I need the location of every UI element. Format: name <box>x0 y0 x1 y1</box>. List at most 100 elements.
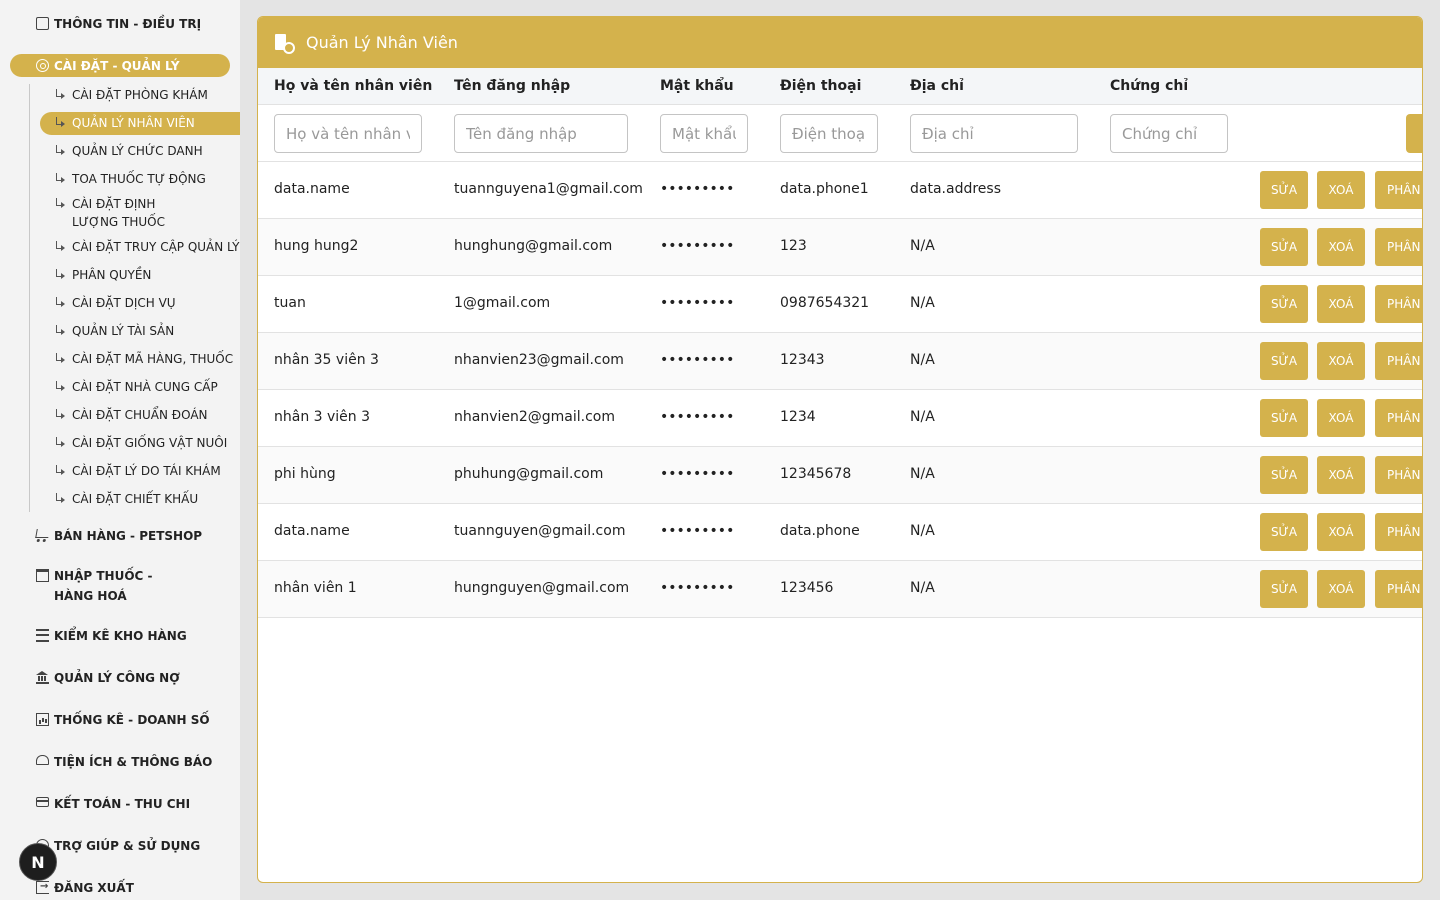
logout-icon <box>36 877 49 897</box>
cell-name: tuan <box>274 295 306 311</box>
sub-item-services[interactable]: CÀI ĐẶT DỊCH VỤ <box>54 294 176 312</box>
nav-logout[interactable]: ĐĂNG XUẤT <box>36 877 134 898</box>
sub-item-dosage[interactable]: CÀI ĐẶT ĐỊNH LƯỢNG THUỐC <box>54 195 204 231</box>
permission-button[interactable]: PHÂN <box>1375 513 1422 551</box>
filter-phone-input[interactable] <box>780 114 878 153</box>
filter-username-input[interactable] <box>454 114 628 153</box>
edit-button[interactable]: SỬA <box>1260 456 1308 494</box>
nav-import-goods[interactable]: NHẬP THUỐC - HÀNG HOÁ <box>36 566 194 606</box>
delete-button[interactable]: XOÁ <box>1317 570 1365 608</box>
cell-name: data.name <box>274 181 350 197</box>
clinic-icon <box>36 17 49 30</box>
nav-inventory[interactable]: KIỂM KÊ KHO HÀNG <box>36 626 187 646</box>
cell-username: tuannguyen@gmail.com <box>454 523 626 539</box>
permission-button[interactable]: PHÂN <box>1375 456 1422 494</box>
sub-item-discounts[interactable]: CÀI ĐẶT CHIẾT KHẤU <box>54 490 198 508</box>
chart-icon <box>36 713 49 726</box>
arrow-icon <box>54 89 66 101</box>
dev-badge[interactable]: N <box>19 843 57 881</box>
sub-item-assets[interactable]: QUẢN LÝ TÀI SẢN <box>54 322 174 340</box>
cell-phone: 12343 <box>780 352 825 368</box>
edit-button[interactable]: SỬA <box>1260 228 1308 266</box>
permission-button[interactable]: PHÂN <box>1375 342 1422 380</box>
cell-password: ••••••••• <box>660 409 735 425</box>
arrow-icon <box>54 381 66 393</box>
permission-button[interactable]: PHÂN <box>1375 570 1422 608</box>
nav-utilities[interactable]: TIỆN ÍCH & THÔNG BÁO <box>36 752 212 772</box>
delete-button[interactable]: XOÁ <box>1317 456 1365 494</box>
nav-settings-management[interactable]: CÀI ĐẶT - QUẢN LÝ <box>36 56 180 76</box>
nav-label: CÀI ĐẶT - QUẢN LÝ <box>54 59 180 73</box>
permission-button[interactable]: PHÂN <box>1375 228 1422 266</box>
filter-name-input[interactable] <box>274 114 422 153</box>
col-certificate: Chứng chỉ <box>1110 78 1189 94</box>
cart-icon <box>35 529 50 538</box>
sub-item-clinic-settings[interactable]: CÀI ĐẶT PHÒNG KHÁM <box>54 86 208 104</box>
edit-button[interactable]: SỬA <box>1260 342 1308 380</box>
cell-password: ••••••••• <box>660 466 735 482</box>
cell-phone: 1234 <box>780 409 816 425</box>
nav-petshop-sales[interactable]: BÁN HÀNG - PETSHOP <box>35 526 202 546</box>
edit-button[interactable]: SỬA <box>1260 570 1308 608</box>
cell-phone: 123 <box>780 238 807 254</box>
sub-item-breeds[interactable]: CÀI ĐẶT GIỐNG VẬT NUÔI <box>54 434 227 452</box>
sub-item-permissions[interactable]: PHÂN QUYỀN <box>54 266 151 284</box>
cell-address: N/A <box>910 295 935 311</box>
cell-username: hungnguyen@gmail.com <box>454 580 630 596</box>
nav-statistics[interactable]: THỐNG KÊ - DOANH SỐ <box>36 710 210 730</box>
permission-button[interactable]: PHÂN <box>1375 171 1422 209</box>
permission-button[interactable]: PHÂN <box>1375 285 1422 323</box>
sub-item-diagnosis[interactable]: CÀI ĐẶT CHUẨN ĐOÁN <box>54 406 208 424</box>
delete-button[interactable]: XOÁ <box>1317 171 1365 209</box>
arrow-icon <box>54 198 66 210</box>
nav-debts[interactable]: QUẢN LÝ CÔNG NỢ <box>36 668 180 688</box>
arrow-icon <box>54 173 66 185</box>
arrow-icon <box>54 493 66 505</box>
sub-item-product-codes[interactable]: CÀI ĐẶT MÃ HÀNG, THUỐC <box>54 350 233 368</box>
list-icon <box>36 629 49 642</box>
col-phone: Điện thoại <box>780 78 862 94</box>
sub-item-auto-prescription[interactable]: TOA THUỐC TỰ ĐỘNG <box>54 170 206 188</box>
cell-phone: data.phone1 <box>780 181 869 197</box>
filter-password-input[interactable] <box>660 114 748 153</box>
table-row: hung hung2 hunghung@gmail.com ••••••••• … <box>258 219 1422 276</box>
edit-button[interactable]: SỬA <box>1260 171 1308 209</box>
nav-help[interactable]: TRỢ GIÚP & SỬ DỤNG <box>36 836 200 856</box>
sub-item-staff-management[interactable]: QUẢN LÝ NHÂN VIÊN <box>54 114 195 132</box>
sub-item-suppliers[interactable]: CÀI ĐẶT NHÀ CUNG CẤP <box>54 378 218 396</box>
filter-address-input[interactable] <box>910 114 1078 153</box>
delete-button[interactable]: XOÁ <box>1317 513 1365 551</box>
filter-certificate-input[interactable] <box>1110 114 1228 153</box>
delete-button[interactable]: XOÁ <box>1317 285 1365 323</box>
edit-button[interactable]: SỬA <box>1260 285 1308 323</box>
arrow-icon <box>54 297 66 309</box>
cell-username: hunghung@gmail.com <box>454 238 613 254</box>
cell-username: phuhung@gmail.com <box>454 466 604 482</box>
edit-button[interactable]: SỬA <box>1260 513 1308 551</box>
cell-phone: 12345678 <box>780 466 852 482</box>
staff-settings-icon <box>274 33 295 54</box>
permission-button[interactable]: PHÂN <box>1375 399 1422 437</box>
table-row: nhân 3 viên 3 nhanvien2@gmail.com ••••••… <box>258 390 1422 447</box>
nav-accounting[interactable]: KẾT TOÁN - THU CHI <box>36 794 190 814</box>
nav-treatment-info[interactable]: THÔNG TIN - ĐIỀU TRỊ <box>36 14 201 34</box>
table-row: data.name tuannguyen@gmail.com •••••••••… <box>258 504 1422 561</box>
cell-name: nhân 35 viên 3 <box>274 352 379 368</box>
staff-management-panel: Quản Lý Nhân Viên Họ và tên nhân viên Tê… <box>257 16 1423 883</box>
cell-username: nhanvien23@gmail.com <box>454 352 624 368</box>
add-staff-button[interactable] <box>1406 114 1422 153</box>
sub-item-titles[interactable]: QUẢN LÝ CHỨC DANH <box>54 142 203 160</box>
delete-button[interactable]: XOÁ <box>1317 228 1365 266</box>
filter-row <box>258 105 1422 162</box>
cell-name: nhân viên 1 <box>274 580 357 596</box>
delete-button[interactable]: XOÁ <box>1317 342 1365 380</box>
delete-button[interactable]: XOÁ <box>1317 399 1365 437</box>
cell-phone: data.phone <box>780 523 860 539</box>
sub-item-access[interactable]: CÀI ĐẶT TRUY CẬP QUẢN LÝ <box>54 238 239 256</box>
cell-password: ••••••••• <box>660 352 735 368</box>
cell-address: N/A <box>910 352 935 368</box>
panel-title: Quản Lý Nhân Viên <box>306 33 458 52</box>
cell-name: nhân 3 viên 3 <box>274 409 371 425</box>
sub-item-revisit-reasons[interactable]: CÀI ĐẶT LÝ DO TÁI KHÁM <box>54 462 221 480</box>
edit-button[interactable]: SỬA <box>1260 399 1308 437</box>
